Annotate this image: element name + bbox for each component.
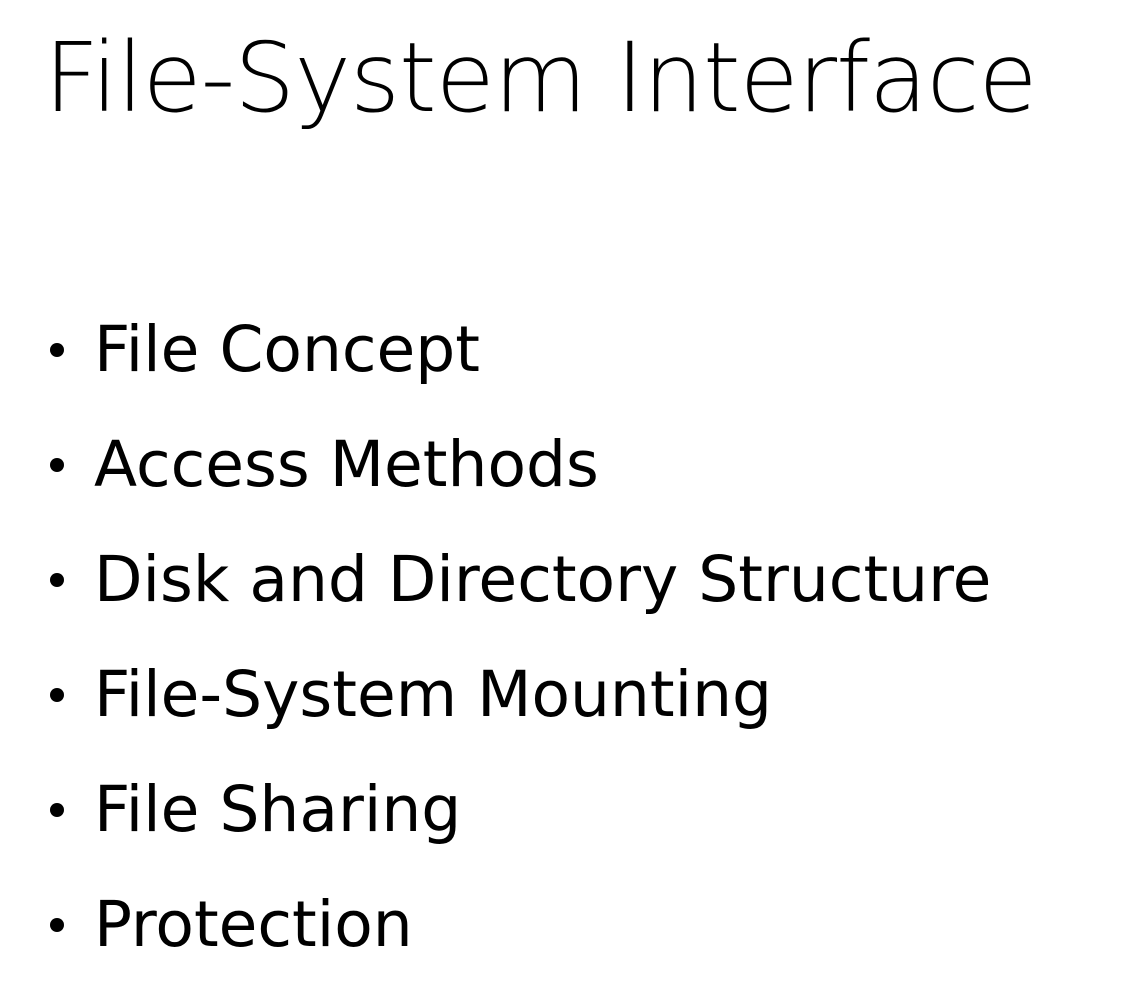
bullet-list: File Concept Access Methods Disk and Dir… — [44, 292, 991, 982]
bullet-text: Protection — [94, 888, 413, 961]
bullet-icon — [50, 572, 64, 587]
list-item: Protection — [44, 867, 991, 982]
bullet-icon — [50, 342, 64, 357]
list-item: File-System Mounting — [44, 637, 991, 752]
slide-title: File-System Interface — [44, 22, 1038, 134]
bullet-text: Access Methods — [94, 428, 599, 501]
bullet-icon — [50, 687, 64, 702]
bullet-icon — [50, 802, 64, 817]
bullet-text: File Concept — [94, 313, 480, 386]
bullet-icon — [50, 457, 64, 472]
bullet-text: File-System Mounting — [94, 658, 772, 731]
list-item: Access Methods — [44, 407, 991, 522]
bullet-icon — [50, 917, 64, 932]
bullet-text: File Sharing — [94, 773, 462, 846]
bullet-text: Disk and Directory Structure — [94, 543, 992, 616]
list-item: Disk and Directory Structure — [44, 522, 991, 637]
slide: File-System Interface File Concept Acces… — [0, 0, 1130, 981]
list-item: File Sharing — [44, 752, 991, 867]
list-item: File Concept — [44, 292, 991, 407]
